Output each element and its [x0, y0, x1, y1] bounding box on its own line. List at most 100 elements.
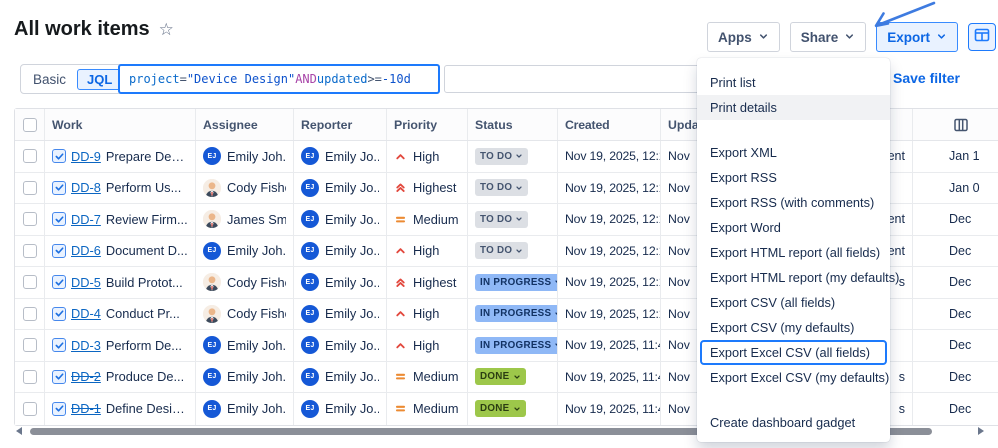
work-item-summary[interactable]: Define Desig... [106, 401, 188, 416]
assignee-cell[interactable]: EJ Emily Joh... [196, 330, 294, 361]
reporter-cell[interactable]: EJ Emily Jo... [294, 172, 387, 203]
export-button[interactable]: Export [876, 22, 959, 52]
column-header-assignee[interactable]: Assignee [196, 109, 294, 140]
priority-cell[interactable]: High [387, 330, 468, 361]
status-badge[interactable]: TO DO [475, 242, 529, 260]
column-header-status[interactable]: Status [468, 109, 558, 140]
save-filter-link[interactable]: Save filter [893, 70, 960, 86]
export-menu-item[interactable]: Export Word [697, 215, 890, 240]
work-item-summary[interactable]: Produce De... [106, 369, 184, 384]
status-badge[interactable]: DONE [475, 400, 526, 418]
configure-columns-button[interactable] [949, 113, 973, 137]
export-menu-item[interactable]: Export RSS (with comments) [697, 190, 890, 215]
reporter-cell[interactable]: EJ Emily Jo... [294, 361, 387, 392]
select-all-checkbox[interactable] [22, 117, 37, 132]
reporter-cell[interactable]: EJ Emily Jo... [294, 393, 387, 425]
row-checkbox[interactable] [22, 212, 37, 227]
export-menu-item[interactable]: Export HTML report (all fields) [697, 240, 890, 265]
reporter-name: Emily Jo... [325, 369, 379, 385]
column-header-work[interactable]: Work [45, 109, 196, 140]
row-checkbox[interactable] [22, 369, 37, 384]
priority-cell[interactable]: High [387, 298, 468, 329]
apps-button[interactable]: Apps [707, 22, 780, 52]
scroll-right-arrow[interactable] [978, 427, 984, 435]
column-header-created[interactable]: Created [558, 109, 661, 140]
assignee-cell[interactable]: EJ Emily Joh... [196, 235, 294, 266]
assignee-cell[interactable]: EJ Emily Joh... [196, 361, 294, 392]
reporter-cell[interactable]: EJ Emily Jo... [294, 267, 387, 298]
export-menu-item[interactable]: Export CSV (my defaults) [697, 315, 890, 340]
status-badge[interactable]: IN PROGRESS [475, 336, 557, 354]
status-badge[interactable]: TO DO [475, 179, 529, 197]
assignee-cell[interactable]: Cody Fisher [196, 267, 294, 298]
assignee-cell[interactable]: James Sm... [196, 204, 294, 235]
assignee-cell[interactable]: Cody Fisher [196, 298, 294, 329]
work-item-key[interactable]: DD-9 [71, 149, 101, 164]
row-checkbox[interactable] [22, 243, 37, 258]
reporter-cell[interactable]: EJ Emily Jo... [294, 141, 387, 172]
reporter-cell[interactable]: EJ Emily Jo... [294, 204, 387, 235]
basic-mode-button[interactable]: Basic [24, 70, 75, 89]
work-item-key[interactable]: DD-7 [71, 212, 101, 227]
priority-cell[interactable]: Medium [387, 393, 468, 425]
assignee-cell[interactable]: EJ Emily Joh... [196, 141, 294, 172]
status-badge[interactable]: DONE [475, 368, 526, 386]
assignee-cell[interactable]: Cody Fisher [196, 172, 294, 203]
jql-query-input[interactable]: project = "Device Design" AND updated >=… [118, 64, 440, 94]
work-item-key[interactable]: DD-5 [71, 275, 101, 290]
export-menu-item[interactable]: Create dashboard gadget [697, 410, 890, 435]
priority-cell[interactable]: Highest [387, 267, 468, 298]
work-item-summary[interactable]: Build Protot... [106, 275, 183, 290]
avatar-initials: EJ [207, 247, 217, 255]
export-menu-item[interactable]: Export XML [697, 140, 890, 165]
export-menu-item[interactable]: Export Excel CSV (my defaults) [697, 365, 890, 390]
work-item-key[interactable]: DD-1 [71, 401, 101, 416]
reporter-cell[interactable]: EJ Emily Jo... [294, 235, 387, 266]
status-badge[interactable]: TO DO [475, 147, 529, 165]
export-menu-item[interactable]: Export RSS [697, 165, 890, 190]
assignee-cell[interactable]: EJ Emily Joh... [196, 393, 294, 425]
priority-cell[interactable]: Medium [387, 204, 468, 235]
work-item-summary[interactable]: Document D... [106, 243, 188, 258]
share-button[interactable]: Share [789, 22, 867, 52]
favorite-star-icon[interactable]: ☆ [159, 20, 174, 40]
status-badge[interactable]: TO DO [475, 210, 529, 228]
priority-cell[interactable]: Highest [387, 172, 468, 203]
list-view-toggle[interactable] [968, 23, 997, 51]
row-checkbox[interactable] [22, 149, 37, 164]
row-checkbox[interactable] [22, 306, 37, 321]
reporter-name: Emily Jo... [325, 306, 379, 322]
chevron-down-icon [516, 249, 522, 253]
export-menu-item[interactable]: Print list [697, 70, 890, 95]
column-header-priority[interactable]: Priority [387, 109, 468, 140]
work-item-key[interactable]: DD-6 [71, 243, 101, 258]
row-checkbox[interactable] [22, 180, 37, 195]
work-item-summary[interactable]: Prepare Des... [106, 149, 188, 164]
jql-mode-button[interactable]: JQL [77, 68, 123, 90]
column-header-reporter[interactable]: Reporter [294, 109, 387, 140]
status-badge[interactable]: IN PROGRESS [475, 305, 557, 323]
status-cell: IN PROGRESS [468, 298, 558, 329]
work-item-key[interactable]: DD-2 [71, 369, 101, 384]
work-item-key[interactable]: DD-8 [71, 180, 101, 195]
row-checkbox[interactable] [22, 338, 37, 353]
status-badge[interactable]: IN PROGRESS [475, 273, 557, 291]
reporter-cell[interactable]: EJ Emily Jo... [294, 298, 387, 329]
export-menu-item[interactable]: Export Excel CSV (all fields) [697, 340, 890, 365]
work-item-key[interactable]: DD-4 [71, 306, 101, 321]
priority-cell[interactable]: High [387, 235, 468, 266]
row-checkbox[interactable] [22, 401, 37, 416]
export-menu-item[interactable]: Export CSV (all fields) [697, 290, 890, 315]
export-menu-item[interactable]: Print details [697, 95, 890, 120]
priority-cell[interactable]: Medium [387, 361, 468, 392]
reporter-cell[interactable]: EJ Emily Jo... [294, 330, 387, 361]
work-item-summary[interactable]: Perform Us... [106, 180, 181, 195]
priority-cell[interactable]: High [387, 141, 468, 172]
work-item-summary[interactable]: Perform De... [106, 338, 182, 353]
row-checkbox[interactable] [22, 275, 37, 290]
work-item-key[interactable]: DD-3 [71, 338, 101, 353]
work-item-summary[interactable]: Review Firm... [106, 212, 188, 227]
scroll-left-arrow[interactable] [16, 427, 22, 435]
work-item-summary[interactable]: Conduct Pr... [106, 306, 180, 321]
export-menu-item[interactable]: Export HTML report (my defaults) [697, 265, 899, 290]
